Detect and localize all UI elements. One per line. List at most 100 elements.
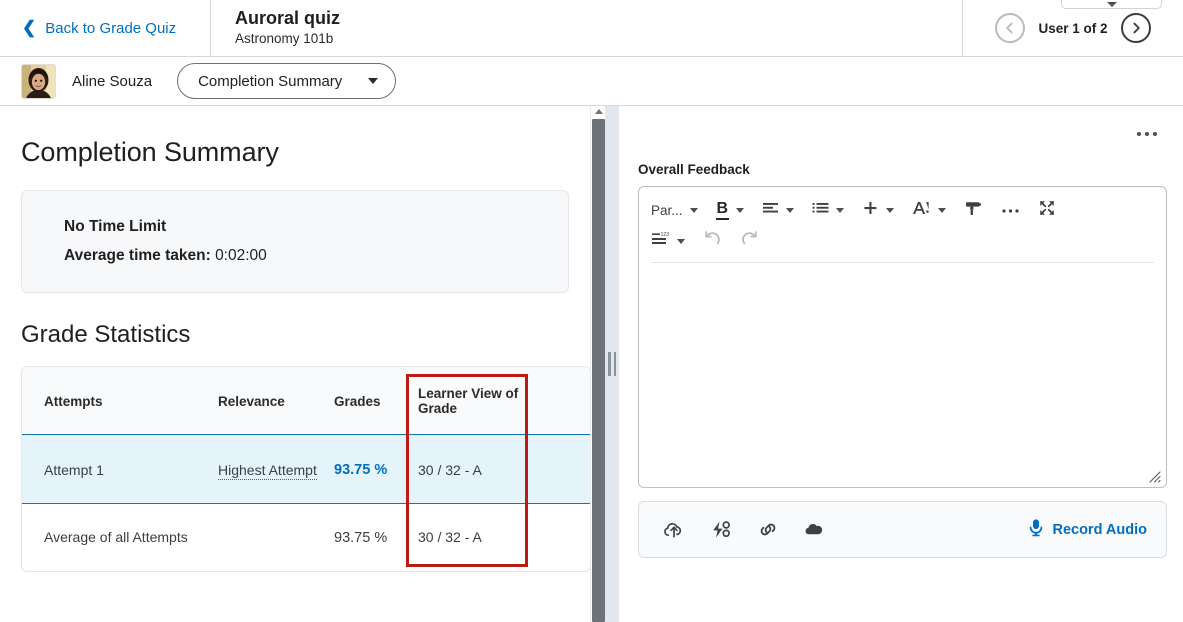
record-audio-label: Record Audio bbox=[1052, 521, 1147, 538]
chevron-down-icon bbox=[786, 208, 795, 213]
ellipsis-icon bbox=[1153, 132, 1157, 136]
column-header-spacer bbox=[521, 367, 590, 436]
scrollbar-thumb[interactable] bbox=[592, 119, 605, 622]
more-options-button[interactable] bbox=[999, 198, 1022, 224]
feedback-text-area[interactable] bbox=[639, 263, 1166, 487]
redo-icon bbox=[740, 230, 759, 253]
cell-relevance: Highest Attempt bbox=[218, 435, 334, 504]
completion-summary-pane: Completion Summary No Time Limit Average… bbox=[0, 106, 590, 622]
left-pane-scrollbar[interactable] bbox=[590, 106, 605, 622]
table-row[interactable]: Average of all Attempts 93.75 % 30 / 32 … bbox=[22, 503, 590, 571]
user-selector-bar: Aline Souza Completion Summary bbox=[0, 57, 1183, 106]
avatar bbox=[21, 63, 56, 99]
upload-file-icon[interactable] bbox=[663, 520, 685, 539]
record-audio-button[interactable]: Record Audio bbox=[1028, 518, 1147, 541]
feedback-editor: Par... B 123 bbox=[638, 186, 1167, 488]
paragraph-format-dropdown[interactable]: Par... bbox=[649, 198, 700, 224]
chevron-down-icon bbox=[736, 208, 745, 213]
chevron-down-icon bbox=[1106, 2, 1117, 7]
cell-grades: 93.75 % bbox=[334, 503, 406, 571]
time-limit-line: No Time Limit bbox=[64, 213, 568, 242]
font-style-dropdown[interactable] bbox=[910, 198, 948, 224]
redo-button[interactable] bbox=[738, 229, 761, 255]
column-header-relevance: Relevance bbox=[218, 367, 334, 436]
cell-attempts: Average of all Attempts bbox=[44, 528, 188, 545]
quiz-title-block: Auroral quiz Astronomy 101b bbox=[211, 0, 962, 56]
chevron-down-icon bbox=[938, 208, 947, 213]
next-user-button[interactable] bbox=[1120, 13, 1151, 43]
top-header-bar: ❮ Back to Grade Quiz Auroral quiz Astron… bbox=[0, 0, 1183, 57]
table-body: Attempt 1 Highest Attempt 93.75 % 30 / 3… bbox=[22, 434, 590, 571]
user-navigation: User 1 of 2 bbox=[962, 0, 1183, 56]
bulleted-list-icon bbox=[812, 201, 829, 221]
chevron-down-icon bbox=[677, 239, 685, 244]
cell-relevance bbox=[218, 503, 334, 571]
resize-handle[interactable] bbox=[1146, 468, 1162, 484]
plus-icon bbox=[862, 200, 879, 221]
toolbar-row-1: Par... B bbox=[649, 195, 1156, 226]
quicklink-icon[interactable] bbox=[710, 520, 732, 539]
grade-percent-value: 93.75 % bbox=[334, 529, 388, 546]
cell-learner-view-of-grade: 30 / 32 - A bbox=[406, 435, 521, 504]
link-icon[interactable] bbox=[757, 520, 779, 539]
back-link-label: Back to Grade Quiz bbox=[45, 19, 177, 37]
table-head: Attempts Relevance Grades Learner View o… bbox=[22, 367, 590, 436]
expand-icon bbox=[1038, 199, 1056, 222]
insert-dropdown[interactable] bbox=[860, 198, 896, 224]
chevron-left-icon: ❮ bbox=[22, 17, 37, 37]
line-spacing-dropdown[interactable]: 123 bbox=[649, 229, 687, 255]
onedrive-cloud-icon[interactable] bbox=[804, 520, 826, 539]
attachment-icon-group bbox=[663, 520, 826, 539]
average-time-label: Average time taken: bbox=[64, 246, 211, 264]
time-info-box: No Time Limit Average time taken: 0:02:0… bbox=[21, 190, 569, 294]
back-cell: ❮ Back to Grade Quiz bbox=[0, 0, 211, 56]
ellipsis-icon bbox=[1137, 132, 1141, 136]
course-name: Astronomy 101b bbox=[235, 30, 334, 46]
completion-summary-heading: Completion Summary bbox=[21, 137, 279, 167]
line-spacing-icon: 123 bbox=[651, 231, 670, 252]
view-selector-label: Completion Summary bbox=[198, 72, 343, 90]
format-painter-icon bbox=[964, 200, 983, 222]
cut-off-dropdown[interactable] bbox=[1061, 0, 1162, 9]
microphone-icon bbox=[1028, 518, 1044, 541]
pane-splitter-handle[interactable] bbox=[605, 106, 619, 622]
average-time-line: Average time taken: 0:02:00 bbox=[64, 242, 568, 271]
average-time-value: 0:02:00 bbox=[215, 246, 267, 264]
bold-icon: B bbox=[715, 200, 730, 220]
back-to-grade-quiz-link[interactable]: ❮ Back to Grade Quiz bbox=[22, 17, 177, 37]
pane-actions-row bbox=[638, 106, 1167, 162]
splitter-grip-icon bbox=[608, 352, 616, 376]
previous-user-button[interactable] bbox=[995, 13, 1026, 43]
cell-grades: 93.75 % bbox=[334, 435, 406, 504]
align-left-icon bbox=[762, 201, 779, 221]
chevron-down-icon bbox=[836, 208, 845, 213]
grade-statistics-card: Attempts Relevance Grades Learner View o… bbox=[21, 366, 590, 573]
column-header-attempts: Attempts bbox=[22, 367, 218, 436]
cell-attempts: Attempt 1 bbox=[22, 435, 218, 504]
highest-attempt-tooltip-link[interactable]: Highest Attempt bbox=[218, 461, 317, 480]
grade-quiz-screen: ❮ Back to Grade Quiz Auroral quiz Astron… bbox=[0, 0, 1183, 622]
font-style-icon bbox=[912, 200, 931, 221]
toolbar-row-2: 123 bbox=[649, 226, 1156, 257]
attachment-bar: Record Audio bbox=[638, 501, 1167, 558]
undo-button[interactable] bbox=[701, 229, 724, 255]
svg-text:123: 123 bbox=[661, 232, 670, 238]
column-header-grades: Grades bbox=[334, 367, 406, 436]
cell-spacer bbox=[521, 435, 590, 504]
chevron-down-icon bbox=[368, 78, 379, 84]
table-header-row: Attempts Relevance Grades Learner View o… bbox=[22, 367, 590, 436]
align-dropdown[interactable] bbox=[760, 198, 796, 224]
ellipsis-icon bbox=[1145, 132, 1149, 136]
more-actions-button[interactable] bbox=[1133, 126, 1161, 142]
editor-toolbar: Par... B 123 bbox=[639, 187, 1166, 263]
overall-feedback-pane: Overall Feedback Par... B 123 Record Aud… bbox=[619, 106, 1183, 622]
format-painter-button[interactable] bbox=[962, 198, 985, 224]
view-selector-dropdown[interactable]: Completion Summary bbox=[177, 63, 397, 99]
list-dropdown[interactable] bbox=[810, 198, 846, 224]
fullscreen-button[interactable] bbox=[1036, 198, 1058, 224]
ellipsis-icon bbox=[1001, 202, 1020, 220]
scroll-up-arrow-icon[interactable] bbox=[595, 109, 603, 114]
table-row[interactable]: Attempt 1 Highest Attempt 93.75 % 30 / 3… bbox=[22, 434, 590, 505]
selected-user-name: Aline Souza bbox=[72, 72, 153, 90]
bold-dropdown[interactable]: B bbox=[714, 198, 747, 224]
